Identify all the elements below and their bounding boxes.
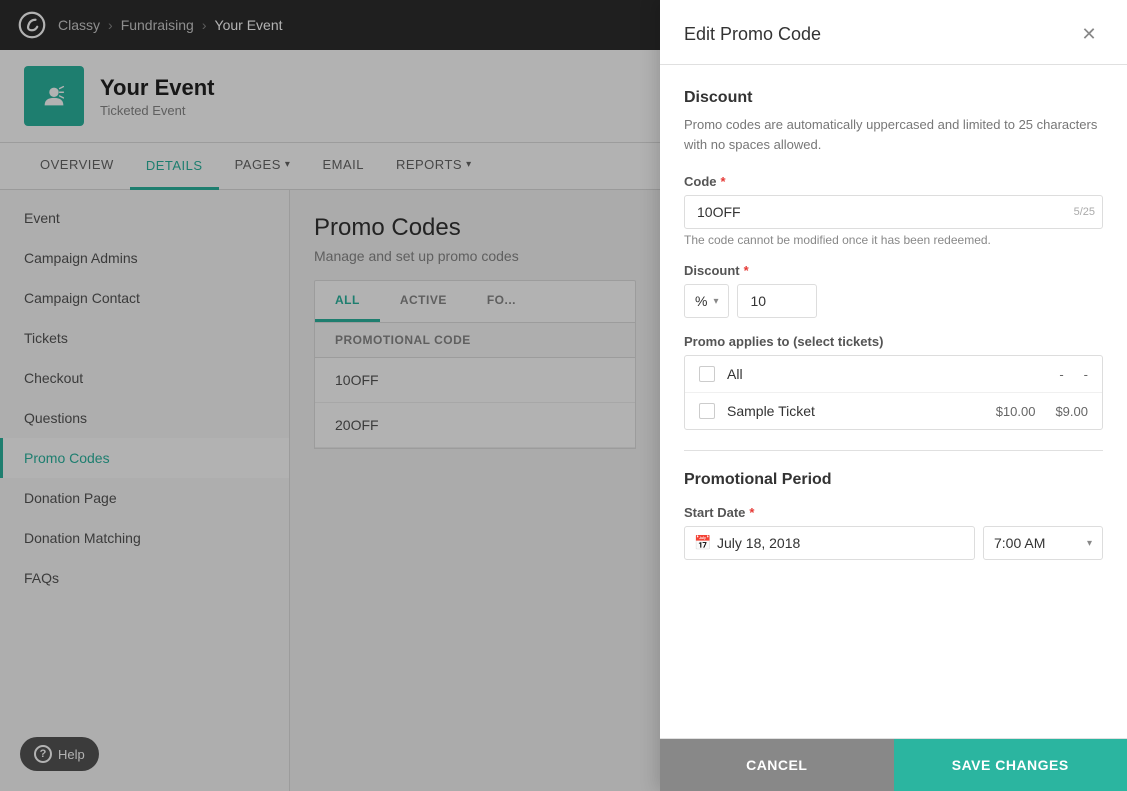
discount-required-star: *	[744, 263, 749, 278]
modal-overlay[interactable]	[0, 0, 660, 791]
modal-panel: Edit Promo Code ✕ Discount Promo codes a…	[660, 0, 1127, 791]
modal-title: Edit Promo Code	[684, 24, 821, 45]
modal-header: Edit Promo Code ✕	[660, 0, 1127, 65]
start-date-label: Start Date *	[684, 505, 1103, 520]
code-input[interactable]	[684, 195, 1103, 229]
code-required-star: *	[721, 174, 726, 189]
cancel-button[interactable]: CANCEL	[660, 739, 894, 791]
time-select[interactable]: 7:00 AM ▾	[983, 526, 1103, 560]
save-changes-button[interactable]: SAVE CHANGES	[894, 739, 1127, 791]
applies-row-sample-discounted: $9.00	[1055, 404, 1088, 419]
applies-row-sample-name: Sample Ticket	[727, 403, 984, 419]
discount-section: Discount Promo codes are automatically u…	[684, 89, 1103, 430]
modal-footer: CANCEL SAVE CHANGES	[660, 738, 1127, 791]
chevron-down-icon: ▾	[713, 296, 718, 307]
code-input-wrap: 5/25	[684, 195, 1103, 229]
applies-row-all-price: -	[1059, 367, 1063, 382]
modal-body: Discount Promo codes are automatically u…	[660, 65, 1127, 738]
applies-row-sample-price: $10.00	[996, 404, 1036, 419]
applies-row-all-discounted: -	[1084, 367, 1088, 382]
applies-row-all: All - -	[685, 356, 1102, 393]
discount-section-title: Discount	[684, 89, 1103, 107]
code-label: Code *	[684, 174, 1103, 189]
period-section: Promotional Period Start Date * 📅 7:00 A…	[684, 471, 1103, 560]
time-value: 7:00 AM	[994, 535, 1045, 551]
date-input[interactable]	[684, 526, 975, 560]
discount-section-desc: Promo codes are automatically uppercased…	[684, 115, 1103, 154]
code-hint: The code cannot be modified once it has …	[684, 233, 1103, 247]
discount-type-select[interactable]: % ▾	[684, 284, 729, 318]
applies-row-sample: Sample Ticket $10.00 $9.00	[685, 393, 1102, 429]
section-divider	[684, 450, 1103, 451]
modal-close-button[interactable]: ✕	[1075, 20, 1103, 48]
discount-input-row: % ▾	[684, 284, 1103, 318]
date-input-wrap: 📅	[684, 526, 975, 560]
checkbox-sample[interactable]	[699, 403, 715, 419]
discount-type-value: %	[695, 293, 707, 309]
date-row: 📅 7:00 AM ▾	[684, 526, 1103, 560]
discount-amount-input[interactable]	[737, 284, 817, 318]
period-title: Promotional Period	[684, 471, 1103, 489]
code-counter: 5/25	[1074, 206, 1095, 218]
applies-to-box: All - - Sample Ticket $10.00 $9.00	[684, 355, 1103, 430]
checkbox-all[interactable]	[699, 366, 715, 382]
discount-label: Discount *	[684, 263, 1103, 278]
applies-row-all-name: All	[727, 366, 1047, 382]
time-chevron-icon: ▾	[1087, 538, 1092, 549]
start-date-required-star: *	[749, 505, 754, 520]
applies-to-label: Promo applies to (select tickets)	[684, 334, 1103, 349]
calendar-icon: 📅	[694, 535, 711, 552]
